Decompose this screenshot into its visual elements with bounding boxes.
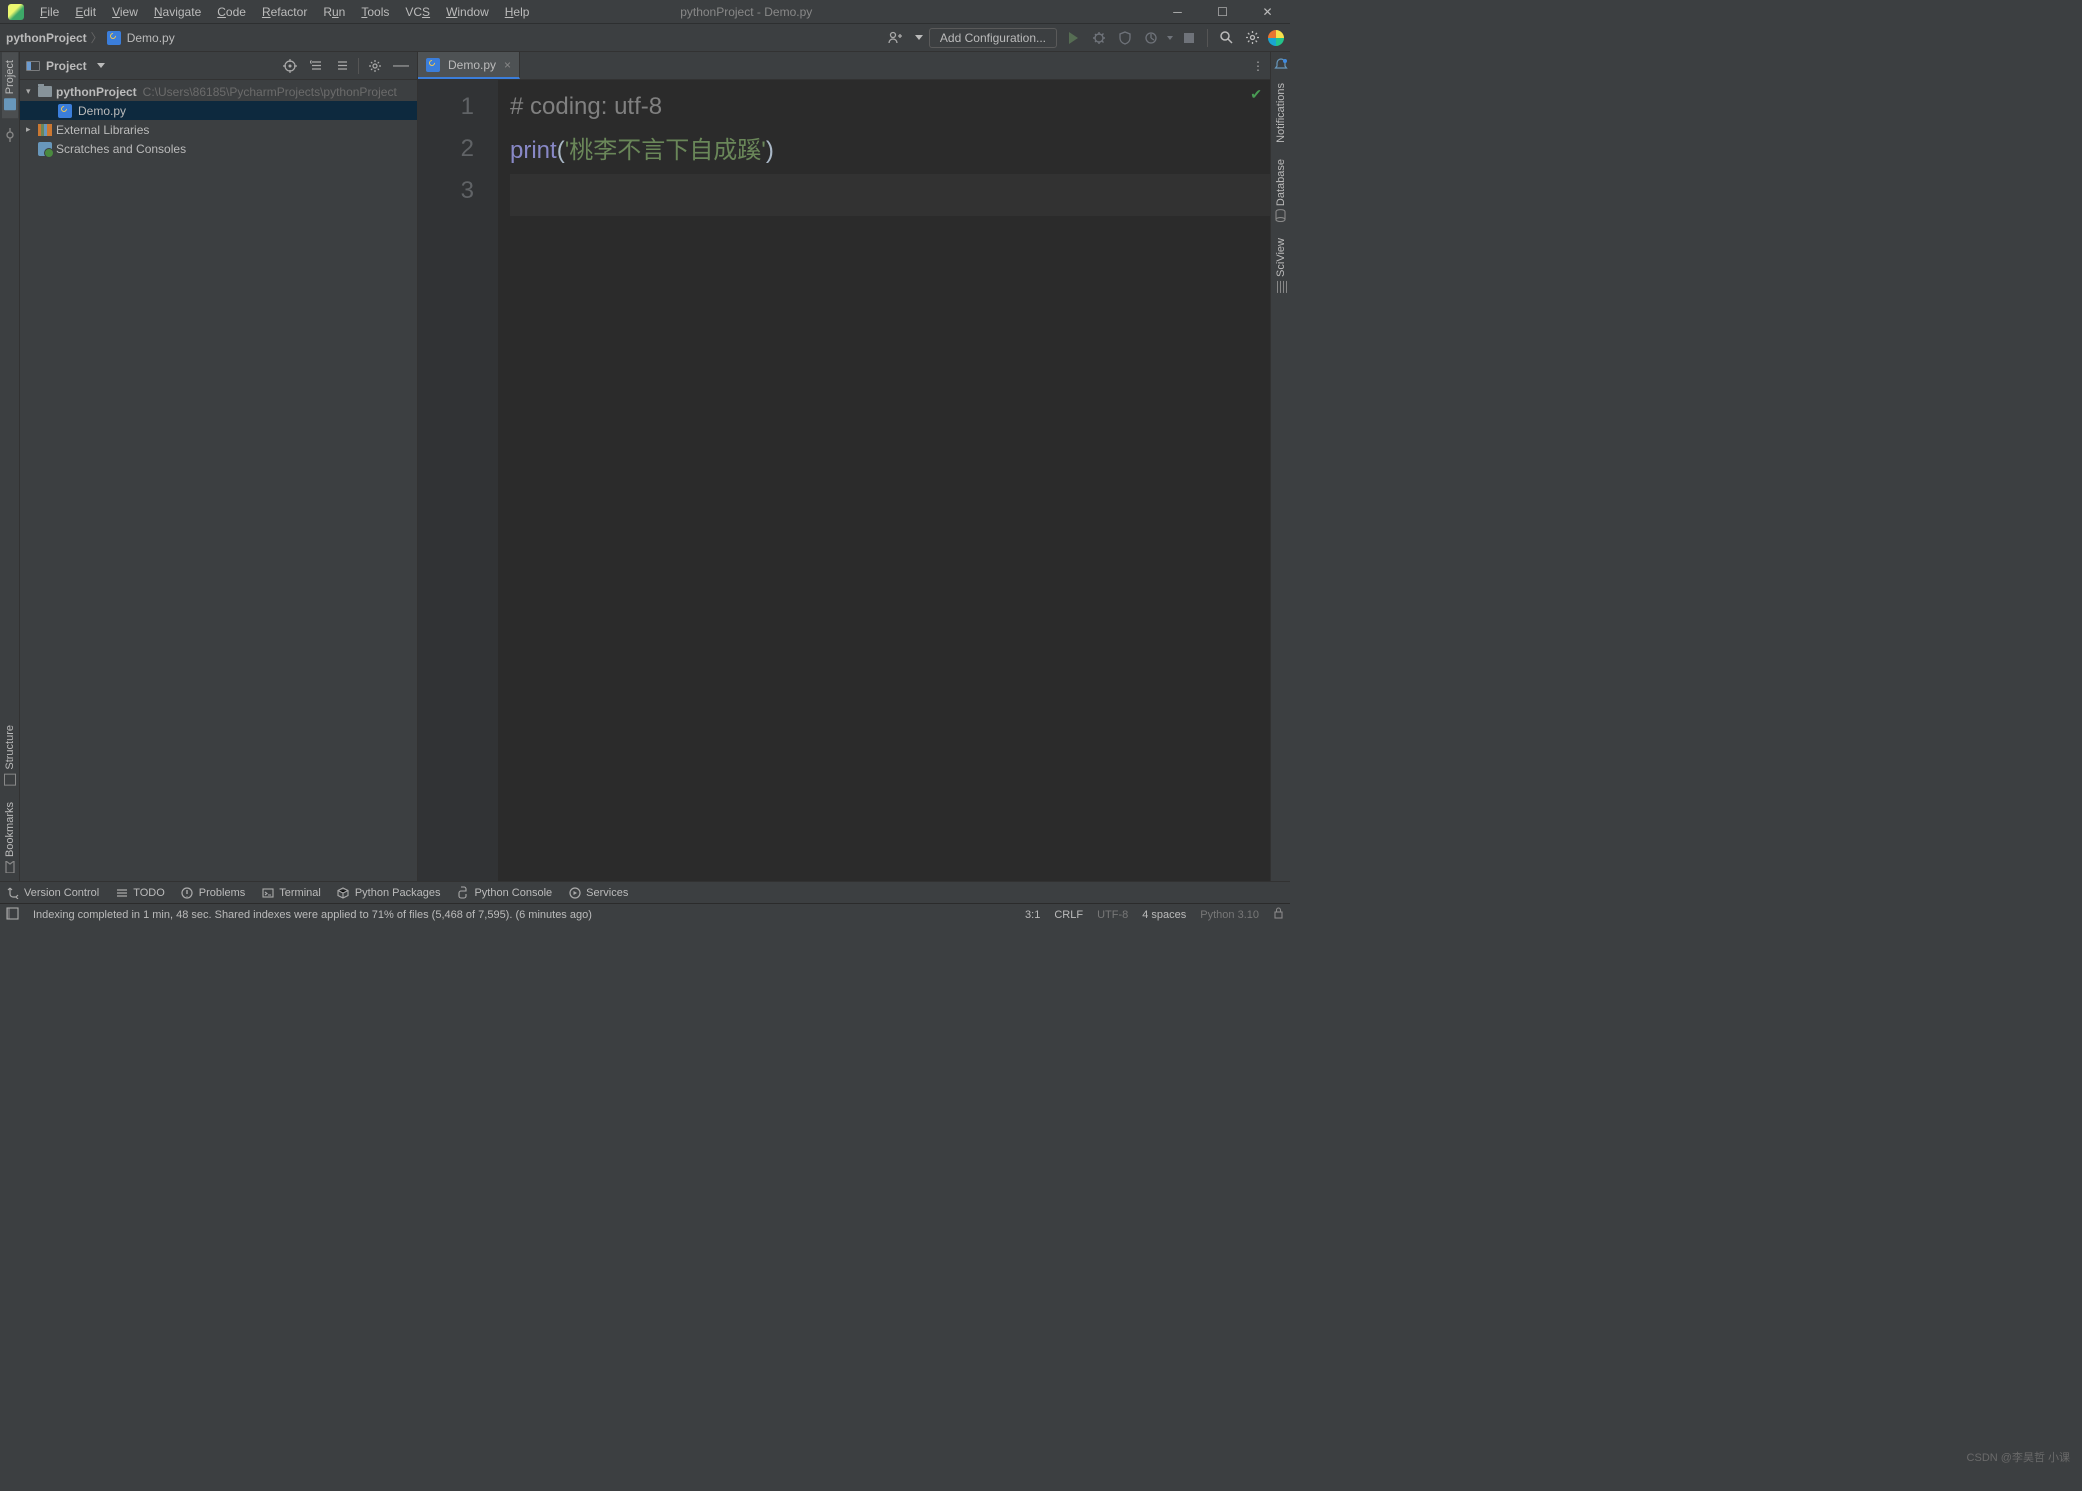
minimize-button[interactable]: ─ xyxy=(1155,0,1200,24)
locate-file-button[interactable] xyxy=(280,56,300,76)
main-area: Project Structure Bookmarks Project — ▾ … xyxy=(0,52,1290,881)
bottom-tool-bar: Version Control TODO Problems Terminal P… xyxy=(0,881,1290,903)
tw-todo[interactable]: TODO xyxy=(115,886,165,899)
stop-button[interactable] xyxy=(1179,28,1199,48)
profile-chevron[interactable] xyxy=(1167,36,1173,40)
inspection-ok-icon[interactable]: ✔ xyxy=(1250,86,1262,103)
menu-view[interactable]: View xyxy=(104,5,146,19)
hide-panel-button[interactable]: — xyxy=(391,56,411,76)
editor-tab-demo[interactable]: Demo.py × xyxy=(418,52,520,79)
add-configuration-button[interactable]: Add Configuration... xyxy=(929,28,1057,48)
tree-external-libraries[interactable]: ▸ External Libraries xyxy=(20,120,417,139)
settings-button[interactable] xyxy=(1242,28,1262,48)
watermark: CSDN @李昊哲 小课 xyxy=(1967,1449,2070,1465)
rail-notifications-tab[interactable]: Notifications xyxy=(1273,75,1289,151)
right-tool-rail: Notifications Database SciView xyxy=(1270,52,1290,881)
close-tab-button[interactable]: × xyxy=(504,58,511,72)
rail-database-tab[interactable]: Database xyxy=(1273,151,1289,230)
status-indent[interactable]: 4 spaces xyxy=(1142,909,1186,921)
rail-commit-icon[interactable] xyxy=(3,128,17,145)
project-panel-title[interactable]: Project xyxy=(46,59,87,73)
breadcrumb-sep: 〉 xyxy=(91,29,103,46)
status-caret-pos[interactable]: 3:1 xyxy=(1025,909,1040,921)
expand-all-button[interactable] xyxy=(306,56,326,76)
code-with-me-chevron[interactable] xyxy=(915,35,923,40)
menu-code[interactable]: Code xyxy=(209,5,254,19)
code-with-me-icon[interactable] xyxy=(885,28,905,48)
editor-gutter[interactable]: 1 2 3 xyxy=(418,80,498,881)
libraries-icon xyxy=(38,124,52,136)
python-file-icon xyxy=(58,104,72,118)
status-line-sep[interactable]: CRLF xyxy=(1054,909,1083,921)
left-tool-rail: Project Structure Bookmarks xyxy=(0,52,20,881)
titlebar: File Edit View Navigate Code Refactor Ru… xyxy=(0,0,1290,24)
status-message[interactable]: Indexing completed in 1 min, 48 sec. Sha… xyxy=(33,909,592,921)
folder-icon xyxy=(38,86,52,97)
tw-version-control[interactable]: Version Control xyxy=(6,886,99,899)
tw-terminal[interactable]: Terminal xyxy=(261,886,321,899)
project-panel-header: Project — xyxy=(20,52,417,80)
code-content[interactable]: # coding: utf-8 print('桃李不言下自成蹊') xyxy=(498,80,1270,881)
menu-edit[interactable]: Edit xyxy=(67,5,104,19)
project-tool-window: Project — ▾ pythonProject C:\Users\86185… xyxy=(20,52,418,881)
rail-structure-tab[interactable]: Structure xyxy=(2,717,18,794)
code-editor[interactable]: 1 2 3 # coding: utf-8 print('桃李不言下自成蹊') … xyxy=(418,80,1270,881)
tree-project-root[interactable]: ▾ pythonProject C:\Users\86185\PycharmPr… xyxy=(20,82,417,101)
status-encoding[interactable]: UTF-8 xyxy=(1097,909,1128,921)
menu-file[interactable]: File xyxy=(32,5,67,19)
maximize-button[interactable]: ☐ xyxy=(1200,0,1245,24)
breadcrumb-project[interactable]: pythonProject xyxy=(6,31,87,45)
rail-bookmarks-tab[interactable]: Bookmarks xyxy=(2,794,18,881)
menu-navigate[interactable]: Navigate xyxy=(146,5,209,19)
tab-list-button[interactable]: ⋮ xyxy=(1246,52,1270,79)
status-bar: Indexing completed in 1 min, 48 sec. Sha… xyxy=(0,903,1290,925)
breadcrumb-file[interactable]: Demo.py xyxy=(127,31,175,45)
ide-logo-icon[interactable] xyxy=(1268,30,1284,46)
profile-button[interactable] xyxy=(1141,28,1161,48)
status-interpreter[interactable]: Python 3.10 xyxy=(1200,909,1259,921)
rail-sciview-tab[interactable]: SciView xyxy=(1273,230,1289,301)
tw-problems[interactable]: Problems xyxy=(181,886,245,899)
tw-python-packages[interactable]: Python Packages xyxy=(337,886,441,899)
status-lock-icon[interactable] xyxy=(1273,907,1284,922)
tree-file-demo[interactable]: Demo.py xyxy=(20,101,417,120)
rail-project-tab[interactable]: Project xyxy=(2,52,18,118)
collapse-all-button[interactable] xyxy=(332,56,352,76)
run-button[interactable] xyxy=(1063,28,1083,48)
breadcrumb: pythonProject 〉 Demo.py xyxy=(6,29,175,46)
tw-services[interactable]: Services xyxy=(568,886,628,899)
rail-notifications-icon[interactable] xyxy=(1274,58,1288,75)
editor-area: Demo.py × ⋮ 1 2 3 # coding: utf-8 print(… xyxy=(418,52,1270,881)
pycharm-icon xyxy=(8,4,24,20)
python-file-icon xyxy=(426,58,440,72)
python-file-icon xyxy=(107,31,121,45)
status-toggle-toolwindows[interactable] xyxy=(6,907,19,923)
project-view-icon xyxy=(26,61,40,71)
close-button[interactable]: ✕ xyxy=(1245,0,1290,24)
debug-button[interactable] xyxy=(1089,28,1109,48)
coverage-button[interactable] xyxy=(1115,28,1135,48)
project-view-dropdown[interactable] xyxy=(97,63,105,68)
nav-toolbar: pythonProject 〉 Demo.py Add Configuratio… xyxy=(0,24,1290,52)
menu-refactor[interactable]: Refactor xyxy=(254,5,315,19)
panel-settings-button[interactable] xyxy=(365,56,385,76)
tw-python-console[interactable]: Python Console xyxy=(456,886,552,899)
project-tree[interactable]: ▾ pythonProject C:\Users\86185\PycharmPr… xyxy=(20,80,417,881)
scratches-icon xyxy=(38,142,52,156)
editor-tabbar: Demo.py × ⋮ xyxy=(418,52,1270,80)
tree-scratches[interactable]: ▸ Scratches and Consoles xyxy=(20,139,417,158)
window-title: pythonProject - Demo.py xyxy=(337,5,1155,19)
search-everywhere-button[interactable] xyxy=(1216,28,1236,48)
